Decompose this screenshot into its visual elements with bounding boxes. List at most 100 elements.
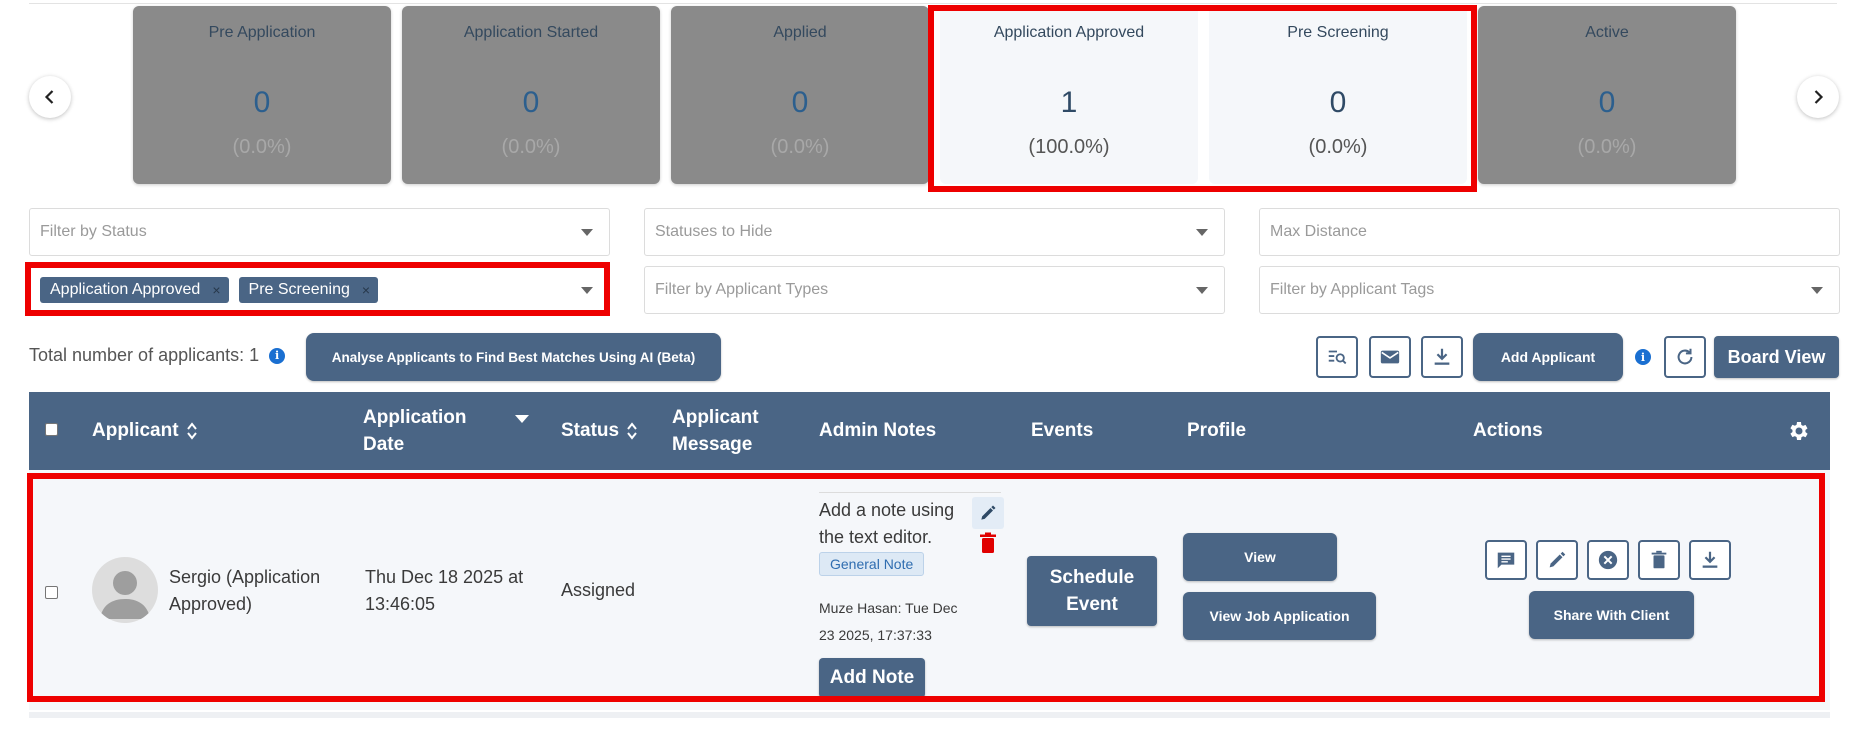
applicant-name-line1: Sergio (Application — [169, 567, 321, 587]
header-events: Events — [1031, 420, 1094, 441]
note-divider — [819, 492, 1001, 493]
info-icon[interactable]: i — [269, 347, 286, 364]
edit-applicant-button[interactable] — [1536, 540, 1578, 580]
stage-card-application-started[interactable]: Application Started 0 (0.0%) — [402, 6, 660, 184]
schedule-event-line2: Event — [1066, 594, 1118, 615]
applicant-types-select[interactable]: Filter by Applicant Types — [644, 266, 1225, 314]
stage-card-pre-screening[interactable]: Pre Screening 0 (0.0%) — [1209, 6, 1467, 184]
total-applicants-label: Total number of applicants: 1 — [29, 345, 260, 365]
add-note-button[interactable]: Add Note — [819, 658, 925, 698]
stage-card-application-approved[interactable]: Application Approved 1 (100.0%) — [940, 6, 1198, 184]
add-applicant-button[interactable]: Add Applicant — [1473, 333, 1623, 381]
application-date-line2: 13:46:05 — [365, 594, 436, 614]
caret-down-icon — [1811, 287, 1823, 294]
stage-title: Applied — [773, 24, 827, 41]
applicant-types-placeholder: Filter by Applicant Types — [655, 281, 829, 298]
stage-count: 0 — [253, 86, 271, 119]
status-chip-pre-screening[interactable]: Pre Screening × — [238, 277, 379, 303]
selected-status-select[interactable]: Application Approved × Pre Screening × — [29, 266, 610, 314]
stage-percent: (0.0%) — [1577, 136, 1637, 158]
chat-icon — [1497, 552, 1515, 569]
stage-percent: (0.0%) — [770, 136, 830, 158]
header-applicant-message-line1: Applicant — [672, 407, 759, 428]
chip-label: Application Approved — [50, 281, 201, 298]
note-text: Add a note using the text editor. — [819, 497, 954, 551]
header-application-date-line2: Date — [363, 434, 405, 455]
stage-title: Pre Application — [208, 24, 316, 41]
applicant-name[interactable]: Sergio (Application Approved) — [169, 564, 320, 618]
header-application-date[interactable]: Application Date — [363, 404, 466, 458]
schedule-event-button[interactable]: Schedule Event — [1027, 556, 1157, 626]
message-button[interactable] — [1485, 540, 1527, 580]
statuses-to-hide-placeholder: Statuses to Hide — [655, 223, 773, 240]
caret-down-icon — [581, 287, 593, 294]
table-row: Sergio (Application Approved) Thu Dec 18… — [29, 470, 1830, 710]
filter-status-select[interactable]: Filter by Status — [29, 208, 610, 256]
refresh-icon — [1677, 348, 1693, 365]
stage-count: 0 — [791, 86, 809, 119]
table-header: Applicant Application Date Status Applic… — [29, 392, 1830, 470]
carousel-next-button[interactable] — [1797, 76, 1839, 118]
mail-icon — [1380, 350, 1400, 364]
row-checkbox[interactable] — [45, 586, 58, 599]
sort-down-icon[interactable] — [515, 415, 529, 423]
pencil-icon — [981, 505, 996, 520]
chevron-left-icon — [44, 90, 54, 104]
remove-chip-icon[interactable]: × — [362, 282, 370, 298]
stage-title: Application Started — [463, 24, 599, 41]
applicant-tags-select[interactable]: Filter by Applicant Tags — [1259, 266, 1840, 314]
note-meta-line1: Muze Hasan: Tue Dec — [819, 600, 958, 616]
analyse-applicants-button[interactable]: Analyse Applicants to Find Best Matches … — [306, 333, 721, 381]
max-distance-input[interactable]: Max Distance — [1259, 208, 1840, 256]
refresh-button[interactable] — [1664, 336, 1706, 378]
stage-title: Pre Screening — [1287, 24, 1389, 41]
filter-status-placeholder: Filter by Status — [40, 223, 147, 240]
carousel-prev-button[interactable] — [29, 76, 71, 118]
board-view-button[interactable]: Board View — [1714, 336, 1839, 378]
download-icon — [1702, 551, 1718, 568]
view-profile-button[interactable]: View — [1183, 533, 1337, 581]
header-status[interactable]: Status — [561, 417, 637, 444]
gear-icon[interactable] — [1786, 419, 1810, 443]
avatar — [92, 557, 158, 623]
stage-percent: (0.0%) — [232, 136, 292, 158]
stage-card-pre-application[interactable]: Pre Application 0 (0.0%) — [133, 6, 391, 184]
stage-card-applied[interactable]: Applied 0 (0.0%) — [671, 6, 929, 184]
reject-applicant-button[interactable] — [1587, 540, 1629, 580]
max-distance-placeholder: Max Distance — [1270, 223, 1367, 240]
stage-title: Active — [1585, 24, 1629, 41]
header-profile: Profile — [1187, 420, 1247, 441]
total-applicants: Total number of applicants: 1 i — [29, 345, 286, 366]
note-text-line1: Add a note using — [819, 500, 955, 520]
header-applicant-label: Applicant — [92, 420, 179, 441]
sort-icon — [627, 421, 637, 440]
stage-count: 0 — [1598, 86, 1616, 119]
info-icon[interactable]: i — [1635, 349, 1651, 365]
pencil-icon — [1549, 551, 1566, 568]
download-button[interactable] — [1421, 336, 1463, 378]
delete-applicant-button[interactable] — [1638, 540, 1680, 580]
download-icon — [1434, 348, 1450, 365]
share-with-client-button[interactable]: Share With Client — [1529, 591, 1694, 639]
chevron-right-icon — [1814, 90, 1824, 104]
select-all-checkbox[interactable] — [45, 423, 58, 436]
caret-down-icon — [1196, 229, 1208, 236]
email-button[interactable] — [1369, 336, 1411, 378]
edit-note-button[interactable] — [972, 497, 1004, 529]
application-date-line1: Thu Dec 18 2025 at — [365, 567, 524, 587]
stage-card-active[interactable]: Active 0 (0.0%) — [1478, 6, 1736, 184]
view-job-application-button[interactable]: View Job Application — [1183, 592, 1376, 640]
header-applicant-message-line2: Message — [672, 434, 753, 455]
user-avatar-icon — [100, 571, 150, 619]
header-actions: Actions — [1473, 420, 1543, 441]
search-filter-button[interactable] — [1316, 336, 1358, 378]
remove-chip-icon[interactable]: × — [212, 282, 220, 298]
note-type-badge: General Note — [819, 552, 925, 576]
delete-note-icon[interactable] — [979, 532, 997, 554]
statuses-to-hide-select[interactable]: Statuses to Hide — [644, 208, 1225, 256]
stage-count: 0 — [1329, 86, 1347, 119]
download-applicant-button[interactable] — [1689, 540, 1731, 580]
status-chip-application-approved[interactable]: Application Approved × — [40, 277, 229, 303]
stage-count: 0 — [522, 86, 540, 119]
header-applicant[interactable]: Applicant — [92, 417, 197, 444]
